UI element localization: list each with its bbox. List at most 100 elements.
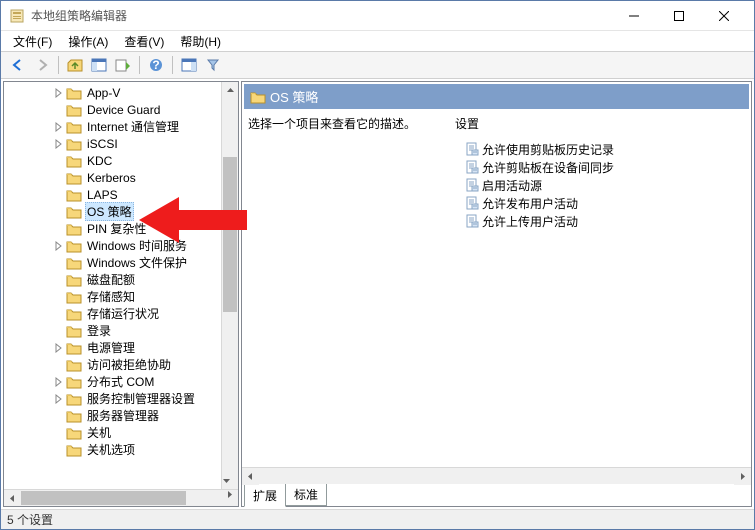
menu-file[interactable]: 文件(F) xyxy=(5,31,60,52)
setting-item[interactable]: 允许剪贴板在设备间同步 xyxy=(451,158,747,176)
tree-item-label: 存储运行状况 xyxy=(85,305,161,322)
folder-icon xyxy=(66,222,82,236)
detail-horizontal-scrollbar[interactable] xyxy=(242,467,751,484)
toolbar-separator xyxy=(58,56,59,74)
folder-icon xyxy=(66,409,82,423)
tree-item[interactable]: PIN 复杂性 xyxy=(4,220,221,237)
folder-icon xyxy=(66,205,82,219)
tree-item[interactable]: 关机选项 xyxy=(4,441,221,458)
tree-item[interactable]: 磁盘配额 xyxy=(4,271,221,288)
folder-icon xyxy=(66,137,82,151)
policy-icon xyxy=(465,214,479,228)
status-text: 5 个设置 xyxy=(7,511,53,528)
policy-icon xyxy=(465,160,479,174)
tree-item[interactable]: 服务器管理器 xyxy=(4,407,221,424)
tree-item-label: Device Guard xyxy=(85,103,162,117)
scroll-up-arrow[interactable] xyxy=(222,82,238,99)
tree-item[interactable]: 访问被拒绝协助 xyxy=(4,356,221,373)
tree-item-label: 登录 xyxy=(85,322,113,339)
tree-item-label: PIN 复杂性 xyxy=(85,220,148,237)
folder-icon xyxy=(66,392,82,406)
tab-extended[interactable]: 扩展 xyxy=(244,485,286,507)
detail-body: 选择一个项目来查看它的描述。 设置 允许使用剪贴板历史记录允许剪贴板在设备间同步… xyxy=(242,113,751,467)
tree-item[interactable]: 分布式 COM xyxy=(4,373,221,390)
scroll-left-arrow[interactable] xyxy=(4,490,21,506)
folder-icon xyxy=(66,307,82,321)
tree-item[interactable]: Windows 时间服务 xyxy=(4,237,221,254)
tree-item[interactable]: 关机 xyxy=(4,424,221,441)
folder-icon xyxy=(66,290,82,304)
folder-icon xyxy=(66,443,82,457)
tree-item[interactable]: Windows 文件保护 xyxy=(4,254,221,271)
tab-standard[interactable]: 标准 xyxy=(285,484,327,506)
scroll-right-arrow[interactable] xyxy=(734,468,751,485)
tree-item[interactable]: iSCSI xyxy=(4,135,221,152)
window-title: 本地组策略编辑器 xyxy=(31,7,611,24)
filter-button[interactable] xyxy=(202,54,224,76)
menu-action[interactable]: 操作(A) xyxy=(60,31,116,52)
close-button[interactable] xyxy=(701,1,746,30)
tree-item-label: 服务器管理器 xyxy=(85,407,161,424)
tree-item[interactable]: Internet 通信管理 xyxy=(4,118,221,135)
scroll-right-arrow[interactable] xyxy=(221,490,238,499)
menu-help[interactable]: 帮助(H) xyxy=(172,31,229,52)
expander-icon[interactable] xyxy=(52,137,66,151)
policy-icon xyxy=(465,196,479,210)
tree[interactable]: App-V Device GuardInternet 通信管理 iSCSIKDC Ke… xyxy=(4,82,221,458)
export-button[interactable] xyxy=(112,54,134,76)
policy-icon xyxy=(465,178,479,192)
setting-item[interactable]: 允许上传用户活动 xyxy=(451,212,747,230)
expander-icon[interactable] xyxy=(52,86,66,100)
scroll-thumb[interactable] xyxy=(21,491,186,505)
up-button[interactable] xyxy=(64,54,86,76)
settings-column-header[interactable]: 设置 xyxy=(451,113,747,134)
maximize-button[interactable] xyxy=(656,1,701,30)
expander-icon[interactable] xyxy=(52,392,66,406)
tree-item-label: 磁盘配额 xyxy=(85,271,137,288)
folder-icon xyxy=(66,273,82,287)
tree-item[interactable]: Device Guard xyxy=(4,101,221,118)
tree-vertical-scrollbar[interactable] xyxy=(221,82,238,489)
tree-item[interactable]: Kerberos xyxy=(4,169,221,186)
scroll-left-arrow[interactable] xyxy=(242,468,259,485)
settings-list[interactable]: 允许使用剪贴板历史记录允许剪贴板在设备间同步启用活动源允许发布用户活动允许上传用… xyxy=(451,134,747,230)
tree-item[interactable]: 电源管理 xyxy=(4,339,221,356)
menu-view[interactable]: 查看(V) xyxy=(116,31,172,52)
tree-item-label: iSCSI xyxy=(85,137,120,151)
tree-item-label: 分布式 COM xyxy=(85,373,156,390)
setting-label: 允许使用剪贴板历史记录 xyxy=(482,141,614,158)
folder-icon xyxy=(66,256,82,270)
tree-item[interactable]: 登录 xyxy=(4,322,221,339)
expander-icon[interactable] xyxy=(52,239,66,253)
expander-icon[interactable] xyxy=(52,341,66,355)
window-controls xyxy=(611,1,746,30)
expander-icon[interactable] xyxy=(52,375,66,389)
show-hide-action-button[interactable] xyxy=(178,54,200,76)
minimize-button[interactable] xyxy=(611,1,656,30)
setting-item[interactable]: 允许使用剪贴板历史记录 xyxy=(451,140,747,158)
tree-item[interactable]: 存储运行状况 xyxy=(4,305,221,322)
detail-header: OS 策略 xyxy=(244,84,749,109)
setting-item[interactable]: 允许发布用户活动 xyxy=(451,194,747,212)
tree-item[interactable]: KDC xyxy=(4,152,221,169)
back-button[interactable] xyxy=(7,54,29,76)
folder-icon xyxy=(66,86,82,100)
tree-item[interactable]: LAPS xyxy=(4,186,221,203)
help-button[interactable]: ? xyxy=(145,54,167,76)
folder-icon xyxy=(66,426,82,440)
show-hide-tree-button[interactable] xyxy=(88,54,110,76)
scroll-thumb[interactable] xyxy=(223,157,237,312)
folder-icon xyxy=(66,154,82,168)
tree-item[interactable]: App-V xyxy=(4,84,221,101)
scroll-down-arrow[interactable] xyxy=(222,472,231,489)
statusbar: 5 个设置 xyxy=(1,509,754,529)
setting-label: 允许发布用户活动 xyxy=(482,195,578,212)
expander-icon[interactable] xyxy=(52,120,66,134)
tree-item-label: Kerberos xyxy=(85,171,138,185)
tree-item[interactable]: 存储感知 xyxy=(4,288,221,305)
tree-item[interactable]: 服务控制管理器设置 xyxy=(4,390,221,407)
tree-horizontal-scrollbar[interactable] xyxy=(4,489,238,506)
forward-button[interactable] xyxy=(31,54,53,76)
tree-item[interactable]: OS 策略 xyxy=(4,203,221,220)
setting-item[interactable]: 启用活动源 xyxy=(451,176,747,194)
